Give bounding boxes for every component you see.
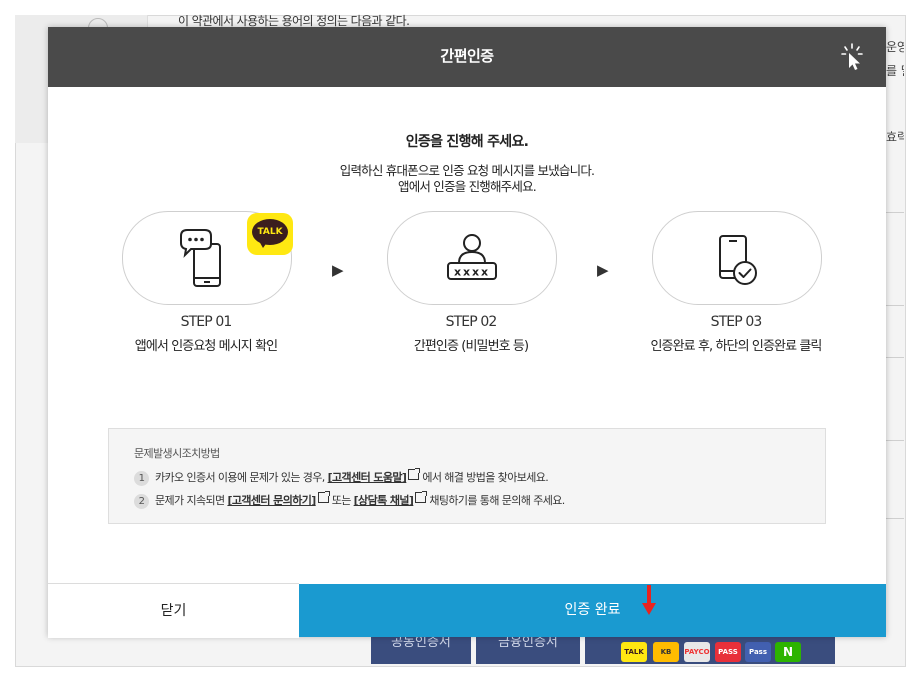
- simple-auth-modal: 간편인증 인증을 진행해 주세요. 입력하신 휴대폰으로 인증 요청 메시지를 …: [48, 27, 886, 638]
- background-certificate-button: 공동인증서: [371, 636, 471, 664]
- background-divider: [886, 518, 904, 519]
- background-divider: [886, 212, 904, 213]
- step-02-number: STEP 02: [445, 314, 498, 330]
- kakao-logo-icon: TALK: [621, 642, 647, 662]
- svg-text:x: x: [481, 266, 488, 279]
- help-center-link[interactable]: [고객센터 도움말]: [328, 471, 407, 484]
- step-03-text: 인증완료 후, 하단의 인증완료 클릭: [650, 339, 822, 354]
- external-link-icon: [317, 491, 330, 503]
- troubleshoot-item: 1 카카오 인증서 이용에 문제가 있는 경우, [고객센터 도움말] 에서 해결 …: [134, 468, 549, 486]
- item-number: 1: [134, 470, 149, 486]
- user-password-icon: xxxx: [447, 234, 497, 280]
- svg-text:x: x: [463, 266, 470, 279]
- chat-channel-link[interactable]: [상담톡 채널]: [354, 494, 414, 507]
- item-number: 2: [134, 493, 149, 509]
- background-divider: [886, 305, 904, 306]
- auth-heading: 인증을 진행해 주세요.: [405, 134, 529, 150]
- step-01-number: STEP 01: [180, 314, 233, 330]
- auth-complete-button[interactable]: 인증 완료: [299, 584, 886, 637]
- troubleshoot-box: 문제발생시조치방법 1 카카오 인증서 이용에 문제가 있는 경우, [고객센터 …: [108, 428, 826, 524]
- step-02-text: 간편인증 (비밀번호 등): [413, 339, 529, 354]
- step-03-card: [652, 211, 822, 305]
- background-right-text: 효력: [886, 130, 904, 144]
- external-link-icon: [415, 491, 428, 503]
- red-arrow-down-icon: [642, 585, 656, 615]
- background-finance-cert-button: 금융인증서: [476, 636, 580, 664]
- step-03-number: STEP 03: [710, 314, 763, 330]
- svg-text:x: x: [454, 266, 461, 279]
- kakao-talk-logo: TALK: [252, 219, 288, 245]
- troubleshoot-item: 2 문제가 지속되면 [고객센터 문의하기] 또는 [상담톡 채널] 채팅하기를 통해…: [134, 491, 565, 509]
- kb-logo-icon: KB: [653, 642, 679, 662]
- magic-cursor-icon: [841, 43, 863, 70]
- modal-header: 간편인증: [48, 27, 886, 87]
- pass-logo-icon: PASS: [715, 642, 741, 662]
- contact-support-link[interactable]: [고객센터 문의하기]: [227, 494, 316, 507]
- kakao-talk-badge: TALK: [247, 213, 293, 255]
- step-02-card: xxxx: [387, 211, 557, 305]
- samsung-pass-logo-icon: Pass: [745, 642, 771, 662]
- svg-text:x: x: [472, 266, 479, 279]
- phone-check-icon: [719, 235, 757, 285]
- phone-chat-icon: [180, 229, 221, 287]
- background-divider: [886, 440, 904, 441]
- naver-logo-icon: N: [775, 642, 801, 662]
- modal-title: 간편인증: [440, 47, 494, 65]
- background-right-text: 운영: [886, 40, 904, 54]
- background-auth-logos: TALK KB PAYCO PASS Pass N: [585, 636, 835, 664]
- close-button[interactable]: 닫기: [48, 583, 299, 638]
- background-divider: [886, 357, 904, 358]
- step-arrow-icon: ▶: [332, 261, 344, 279]
- auth-description: 앱에서 인증을 진행해주세요.: [398, 179, 537, 194]
- payco-logo-icon: PAYCO: [684, 642, 710, 662]
- background-right-text: 를 말: [886, 64, 904, 78]
- troubleshoot-title: 문제발생시조치방법: [134, 447, 220, 460]
- step-arrow-icon: ▶: [597, 261, 609, 279]
- step-01-text: 앱에서 인증요청 메시지 확인: [134, 339, 278, 354]
- external-link-icon: [408, 468, 421, 480]
